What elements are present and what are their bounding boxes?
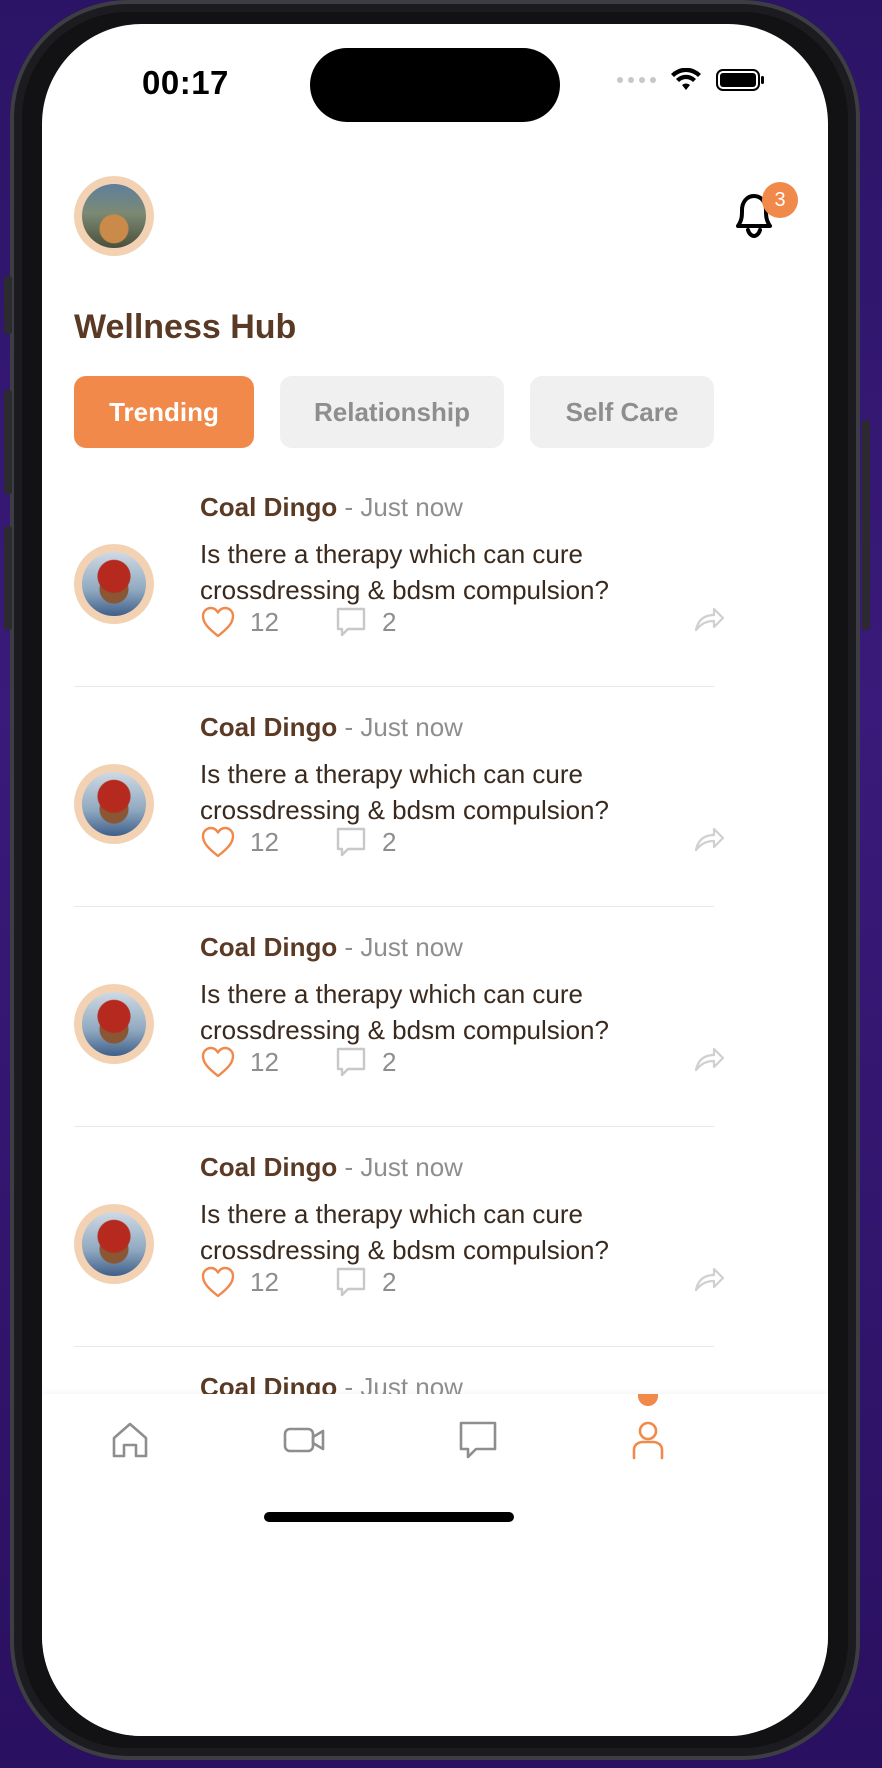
post-card[interactable]: Coal Dingo - Just now Is there a therapy… (74, 686, 725, 907)
share-icon[interactable] (692, 1262, 726, 1296)
heart-icon (201, 1266, 235, 1298)
post-avatar[interactable] (74, 984, 154, 1064)
post-header: Coal Dingo - Just now (200, 932, 463, 963)
comment-count: 2 (382, 1266, 397, 1297)
like-button[interactable]: 12 (200, 1262, 279, 1302)
post-text[interactable]: Is there a therapy which can cure crossd… (200, 976, 670, 1048)
post-time: Just now (360, 932, 463, 962)
chat-icon[interactable] (456, 1418, 500, 1462)
post-card[interactable]: Coal Dingo - Just now Is there a therapy… (74, 1126, 725, 1347)
like-button[interactable]: 12 (200, 822, 279, 862)
post-actions: 12 2 (200, 1042, 725, 1082)
video-icon[interactable] (282, 1418, 326, 1462)
share-icon[interactable] (692, 602, 726, 636)
post-author[interactable]: Coal Dingo (200, 492, 337, 522)
post-actions: 12 2 (200, 602, 725, 642)
comment-button[interactable]: 2 (334, 822, 396, 862)
wifi-icon (671, 68, 701, 90)
post-avatar[interactable] (74, 1204, 154, 1284)
post-separator: - (344, 712, 354, 742)
volume-up-button (4, 390, 12, 494)
volume-down-button (4, 526, 12, 630)
like-button[interactable]: 12 (200, 602, 279, 642)
battery-icon (716, 69, 764, 91)
post-separator: - (344, 492, 354, 522)
cellular-icon (617, 77, 656, 83)
post-card[interactable]: Coal Dingo - Just now Is there a therapy… (74, 466, 725, 687)
comment-button[interactable]: 2 (334, 1262, 396, 1302)
comment-button[interactable]: 2 (334, 602, 396, 642)
comment-count: 2 (382, 826, 397, 857)
action-button (4, 276, 12, 334)
bottom-nav (42, 1394, 828, 1736)
post-header: Coal Dingo - Just now (200, 492, 463, 523)
home-indicator[interactable] (264, 1512, 514, 1522)
like-count: 12 (250, 1046, 279, 1077)
heart-icon (201, 606, 235, 638)
post-separator: - (344, 1152, 354, 1182)
post-time: Just now (360, 492, 463, 522)
post-header: Coal Dingo - Just now (200, 1152, 463, 1183)
like-count: 12 (250, 606, 279, 637)
comment-count: 2 (382, 1046, 397, 1077)
post-text[interactable]: Is there a therapy which can cure crossd… (200, 1196, 670, 1268)
comment-icon (336, 827, 366, 857)
notification-badge: 3 (762, 182, 798, 218)
heart-icon (201, 826, 235, 858)
comment-icon (336, 1267, 366, 1297)
post-text[interactable]: Is there a therapy which can cure crossd… (200, 756, 670, 828)
dynamic-island (310, 48, 560, 122)
post-time: Just now (360, 1152, 463, 1182)
like-count: 12 (250, 1266, 279, 1297)
app-screen: 00:17 3 Wellness Hub Trending Relationsh… (42, 24, 828, 1736)
status-icons (617, 68, 766, 92)
profile-icon[interactable] (626, 1418, 670, 1462)
power-button (862, 420, 870, 630)
comment-count: 2 (382, 606, 397, 637)
tab-trending[interactable]: Trending (74, 376, 254, 448)
post-card[interactable]: Coal Dingo - Just now Is there a therapy… (74, 906, 725, 1127)
comment-icon (336, 607, 366, 637)
page-title: Wellness Hub (74, 308, 297, 346)
comment-button[interactable]: 2 (334, 1042, 396, 1082)
post-avatar[interactable] (74, 764, 154, 844)
post-avatar[interactable] (74, 544, 154, 624)
post-separator: - (344, 932, 354, 962)
share-icon[interactable] (692, 1042, 726, 1076)
post-actions: 12 2 (200, 1262, 725, 1302)
post-author[interactable]: Coal Dingo (200, 712, 337, 742)
post-author[interactable]: Coal Dingo (200, 932, 337, 962)
share-icon[interactable] (692, 822, 726, 856)
tab-self-care[interactable]: Self Care (530, 376, 714, 448)
category-tabs: Trending Relationship Self Care (74, 376, 714, 448)
heart-icon (201, 1046, 235, 1078)
post-header: Coal Dingo - Just now (200, 712, 463, 743)
user-avatar[interactable] (74, 176, 154, 256)
post-author[interactable]: Coal Dingo (200, 1152, 337, 1182)
like-count: 12 (250, 826, 279, 857)
active-indicator (638, 1394, 658, 1406)
tab-relationship[interactable]: Relationship (280, 376, 504, 448)
post-text[interactable]: Is there a therapy which can cure crossd… (200, 536, 670, 608)
post-time: Just now (360, 712, 463, 742)
comment-icon (336, 1047, 366, 1077)
status-time: 00:17 (142, 64, 229, 101)
home-icon[interactable] (108, 1418, 152, 1462)
like-button[interactable]: 12 (200, 1042, 279, 1082)
post-actions: 12 2 (200, 822, 725, 862)
